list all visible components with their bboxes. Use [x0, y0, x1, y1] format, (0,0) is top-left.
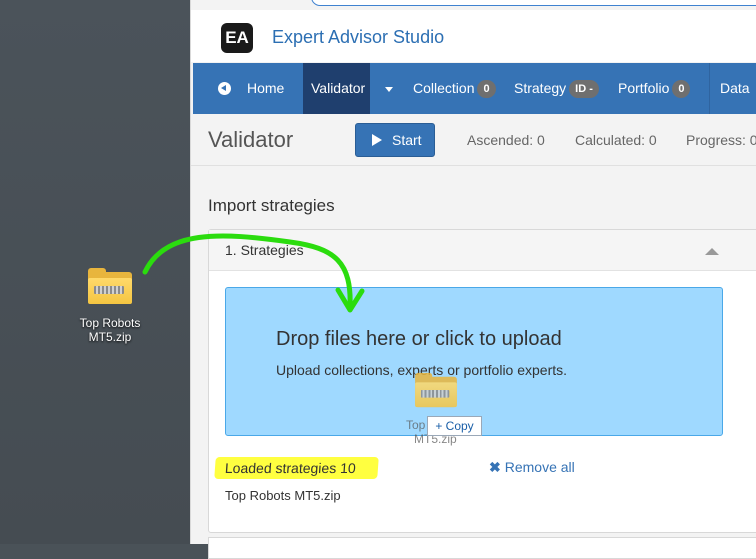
close-icon: ✖ — [489, 459, 501, 475]
strategies-panel: 1. Strategies Drop files here or click t… — [208, 229, 756, 533]
nav-strategy[interactable]: Strategy ID - — [514, 63, 599, 114]
copy-tooltip: + Copy — [427, 416, 482, 436]
desktop: Top Robots MT5.zip — [0, 0, 190, 544]
main-nav: Home Validator Collection 0 Strategy ID - … — [193, 63, 756, 114]
next-panel — [208, 537, 756, 559]
dragging-zip-icon — [415, 372, 457, 408]
address-bar[interactable] — [311, 0, 756, 6]
dropzone-title: Drop files here or click to upload — [276, 328, 562, 350]
zip-folder-icon[interactable] — [88, 268, 132, 304]
nav-portfolio-label: Portfolio — [618, 80, 670, 96]
app-window: EA Expert Advisor Studio Home Validator … — [190, 0, 756, 559]
remove-all-button[interactable]: ✖ Remove all — [489, 459, 575, 476]
chevron-up-icon[interactable] — [705, 248, 719, 255]
nav-collection-label: Collection — [413, 80, 475, 96]
ascended-stat: Ascended: 0 — [467, 132, 545, 148]
home-arrow-icon — [218, 82, 231, 95]
nav-collection[interactable]: Collection 0 — [413, 63, 496, 114]
nav-data[interactable]: Data — [709, 63, 750, 114]
nav-data-label: Data — [720, 80, 750, 96]
section-title: Import strategies — [208, 196, 335, 215]
nav-strategy-label: Strategy — [514, 80, 567, 96]
chevron-down-icon[interactable] — [375, 63, 403, 114]
page-title: Validator — [208, 127, 294, 152]
remove-all-label: Remove all — [504, 459, 575, 475]
loaded-file-name: Top Robots MT5.zip — [225, 488, 341, 503]
loaded-strategies-label: Loaded strategies 10 — [214, 457, 379, 479]
desktop-file-label[interactable]: Top Robots MT5.zip — [70, 316, 150, 344]
desktop-file-label-line2: MT5.zip — [88, 330, 132, 344]
desktop-file-label-line1: Top Robots — [79, 316, 141, 330]
strategy-id-badge: ID - — [569, 80, 599, 99]
panel-title: 1. Strategies — [225, 242, 304, 258]
calculated-stat: Calculated: 0 — [575, 132, 657, 148]
ea-logo[interactable]: EA — [221, 23, 253, 53]
brand-bar: EA Expert Advisor Studio — [191, 10, 756, 62]
start-button-label: Start — [392, 132, 422, 148]
play-icon — [372, 134, 382, 146]
progress-stat: Progress: 0 — [686, 132, 756, 148]
brand-name[interactable]: Expert Advisor Studio — [272, 27, 444, 48]
nav-home-label: Home — [247, 80, 285, 96]
panel-header[interactable]: 1. Strategies — [209, 230, 756, 271]
nav-validator[interactable]: Validator — [303, 63, 370, 114]
page-header: Validator Start Ascended: 0 Calculated: … — [191, 115, 756, 166]
portfolio-count-badge: 0 — [672, 80, 691, 99]
nav-portfolio[interactable]: Portfolio 0 — [618, 63, 691, 114]
nav-validator-label: Validator — [311, 80, 366, 96]
file-dropzone[interactable]: Drop files here or click to upload Uploa… — [225, 287, 723, 446]
nav-home[interactable]: Home — [193, 63, 301, 114]
start-button[interactable]: Start — [355, 123, 435, 157]
collection-count-badge: 0 — [477, 80, 496, 99]
